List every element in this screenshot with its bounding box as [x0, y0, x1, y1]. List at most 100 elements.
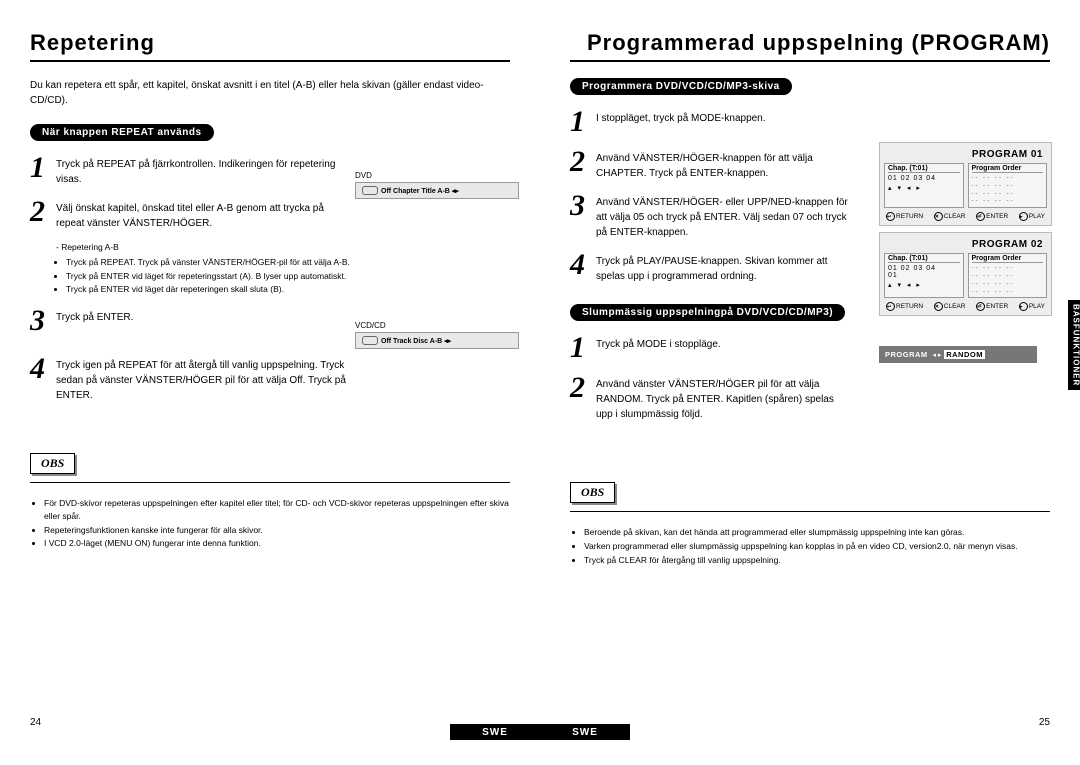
clear-icon: ✕ — [934, 212, 943, 221]
intro-text: Du kan repetera ett spår, ett kapitel, ö… — [30, 78, 510, 108]
language-tab: SWE — [540, 724, 630, 740]
step: 2 Använd vänster VÄNSTER/HÖGER pil för a… — [570, 373, 850, 422]
step-number: 2 — [570, 373, 596, 422]
program-tag: PROGRAM — [883, 350, 930, 359]
page-number: 25 — [1039, 717, 1050, 728]
step-number: 2 — [570, 147, 596, 181]
legend-text: RETURN — [896, 213, 923, 220]
section-pill: När knappen REPEAT används — [30, 124, 214, 141]
osd-col-header: Chap. (T:01) — [888, 165, 960, 173]
page-right: Programmerad uppspelning (PROGRAM) Progr… — [540, 0, 1080, 740]
obs-label: OBS — [570, 482, 615, 503]
note-item: I VCD 2.0-läget (MENU ON) fungerar inte … — [44, 537, 510, 550]
step: 4 Tryck på PLAY/PAUSE-knappen. Skivan ko… — [570, 250, 850, 284]
clear-icon: ✕ — [934, 302, 943, 311]
language-tab: SWE — [450, 724, 540, 740]
step-number: 3 — [30, 306, 56, 336]
play-icon: ▸ — [1019, 302, 1028, 311]
osd-dashes: -- -- -- -- -- -- -- -- -- -- -- -- -- -… — [972, 265, 1044, 296]
osd-col-header: Chap. (T:01) — [888, 255, 960, 263]
osd-row: 01 02 03 04 — [888, 175, 960, 182]
obs-label: OBS — [30, 453, 75, 474]
title-rule — [570, 60, 1050, 62]
random-tag: RANDOM — [944, 350, 985, 359]
repeat-icon — [362, 336, 378, 345]
legend-text: PLAY — [1029, 303, 1045, 310]
osd-dvd: Off Chapter Title A-B ◂▸ — [355, 182, 519, 199]
thin-rule — [570, 511, 1050, 512]
osd-title: PROGRAM 02 — [884, 239, 1047, 250]
step: 1 Tryck på REPEAT på fjärrkontrollen. In… — [30, 153, 355, 187]
section-pill: Slumpmässig uppspelningpå DVD/VCD/CD/MP3… — [570, 304, 845, 321]
title-rule — [30, 60, 510, 62]
return-icon: ↩ — [886, 302, 895, 311]
osd-arrows: ▴ ▾ ◂ ▸ — [888, 184, 960, 192]
legend-text: ENTER — [986, 213, 1008, 220]
osd-text: Off Track Disc A-B ◂▸ — [381, 337, 451, 345]
repeat-icon — [362, 186, 378, 195]
osd-col-header: Program Order — [972, 255, 1044, 263]
enter-icon: ⏎ — [976, 302, 985, 311]
osd-label: VCD/CD — [355, 321, 510, 330]
osd-program-01: PROGRAM 01 Chap. (T:01) 01 02 03 04 ▴ ▾ … — [879, 142, 1052, 226]
step-text: Använd VÄNSTER/HÖGER-knappen för att väl… — [596, 151, 850, 181]
step-number: 2 — [30, 197, 56, 231]
osd-title: PROGRAM 01 — [884, 149, 1047, 160]
note-item: Repeteringsfunktionen kanske inte funger… — [44, 524, 510, 537]
notes-block: OBS För DVD-skivor repeteras uppspelning… — [30, 453, 510, 550]
step-text: I stoppläget, tryck på MODE-knappen. — [596, 111, 766, 137]
osd-arrows: ▴ ▾ ◂ ▸ — [888, 281, 960, 289]
side-tab: BASFUNKTIONER — [1068, 300, 1080, 390]
osd-column: PROGRAM 01 Chap. (T:01) 01 02 03 04 ▴ ▾ … — [879, 142, 1052, 363]
osd-row: 01 02 03 04 — [888, 265, 960, 272]
sublist-title: - Repetering A-B — [56, 241, 355, 254]
step: 2 Välj önskat kapitel, önskad titel elle… — [30, 197, 355, 231]
step-number: 4 — [30, 354, 56, 403]
osd-dashes: -- -- -- -- -- -- -- -- -- -- -- -- -- -… — [972, 175, 1044, 206]
legend-text: CLEAR — [944, 303, 966, 310]
osd-legend: ↩RETURN ✕CLEAR ⏎ENTER ▸PLAY — [884, 302, 1047, 311]
step-number: 1 — [570, 333, 596, 363]
thin-rule — [30, 482, 510, 483]
section-pill: Programmera DVD/VCD/CD/MP3-skiva — [570, 78, 792, 95]
page-number: 24 — [30, 717, 41, 728]
sublist-item: Tryck på REPEAT. Tryck på vänster VÄNSTE… — [66, 256, 355, 269]
return-icon: ↩ — [886, 212, 895, 221]
sublist-item: Tryck på ENTER vid läget för repeterings… — [66, 270, 355, 283]
osd-legend: ↩RETURN ✕CLEAR ⏎ENTER ▸PLAY — [884, 212, 1047, 221]
legend-text: CLEAR — [944, 213, 966, 220]
osd-row: 01 — [888, 272, 960, 279]
step: 3 Använd VÄNSTER/HÖGER- eller UPP/NED-kn… — [570, 191, 850, 240]
step: 2 Använd VÄNSTER/HÖGER-knappen för att v… — [570, 147, 850, 181]
page-left: Repetering Du kan repetera ett spår, ett… — [0, 0, 540, 740]
step-text: Tryck igen på REPEAT för att återgå till… — [56, 358, 355, 403]
legend-text: RETURN — [896, 303, 923, 310]
step-text: Tryck på REPEAT på fjärrkontrollen. Indi… — [56, 157, 355, 187]
enter-icon: ⏎ — [976, 212, 985, 221]
step-number: 3 — [570, 191, 596, 240]
step-text: Tryck på PLAY/PAUSE-knappen. Skivan komm… — [596, 254, 850, 284]
step-text: Välj önskat kapitel, önskad titel eller … — [56, 201, 355, 231]
step: 4 Tryck igen på REPEAT för att återgå ti… — [30, 354, 355, 403]
note-item: Varken programmerad eller slumpmässig up… — [584, 540, 1050, 553]
page-title: Repetering — [30, 30, 510, 56]
step-text: Använd VÄNSTER/HÖGER- eller UPP/NED-knap… — [596, 195, 850, 240]
step-text: Tryck på MODE i stoppläge. — [596, 337, 721, 363]
osd-random: PROGRAM ◂ ▸ RANDOM — [879, 346, 1037, 363]
osd-col-header: Program Order — [972, 165, 1044, 173]
step: 1 I stoppläget, tryck på MODE-knappen. — [570, 107, 850, 137]
notes-block: OBS Beroende på skivan, kan det hända at… — [570, 482, 1050, 566]
sublist-item: Tryck på ENTER vid läget där repeteringe… — [66, 283, 355, 296]
note-item: Tryck på CLEAR för återgång till vanlig … — [584, 554, 1050, 567]
step-number: 4 — [570, 250, 596, 284]
step-number: 1 — [570, 107, 596, 137]
manual-spread: Repetering Du kan repetera ett spår, ett… — [0, 0, 1080, 740]
step: 3 Tryck på ENTER. — [30, 306, 355, 336]
osd-program-02: PROGRAM 02 Chap. (T:01) 01 02 03 04 01 ▴… — [879, 232, 1052, 316]
sublist: - Repetering A-B Tryck på REPEAT. Tryck … — [56, 241, 355, 296]
page-title: Programmerad uppspelning (PROGRAM) — [570, 30, 1050, 56]
step-number: 1 — [30, 153, 56, 187]
osd-label: DVD — [355, 171, 510, 180]
osd-text: Off Chapter Title A-B ◂▸ — [381, 187, 459, 195]
osd-vcd: Off Track Disc A-B ◂▸ — [355, 332, 519, 349]
